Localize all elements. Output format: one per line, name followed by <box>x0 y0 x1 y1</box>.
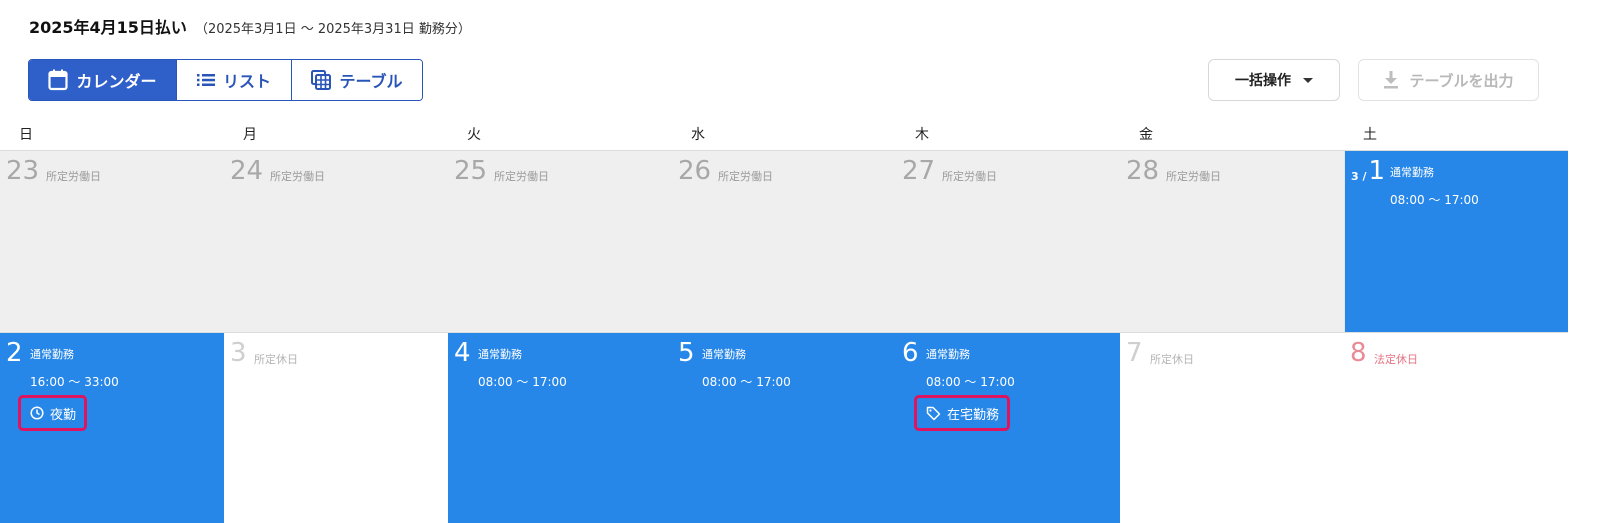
day-status: 法定休日 <box>1374 353 1418 366</box>
day-cell[interactable]: 8 法定休日 <box>1344 333 1568 523</box>
download-icon <box>1384 71 1399 89</box>
day-status: 所定労働日 <box>1166 170 1221 183</box>
weekday-header: 日 月 火 水 木 金 土 <box>0 124 1568 150</box>
attendance-calendar-page: 2025年4月15日払い （2025年3月1日 ～ 2025年3月31日 勤務分… <box>0 0 1600 523</box>
work-time: 08:00 ～ 17:00 <box>478 375 567 389</box>
day-status: 通常勤務 <box>702 348 746 361</box>
day-number: 4 <box>454 338 471 368</box>
day-number-value: 1 <box>1368 156 1386 186</box>
weekday-thu: 木 <box>915 127 929 143</box>
work-period: （2025年3月1日 ～ 2025年3月31日 勤務分） <box>194 22 471 37</box>
bulk-action-label: 一括操作 <box>1235 73 1291 89</box>
calendar-view-label: カレンダー <box>76 72 157 91</box>
weekday-sat: 土 <box>1363 127 1377 143</box>
day-cell[interactable]: 7 所定休日 <box>1120 333 1344 523</box>
export-table-button[interactable]: テーブルを出力 <box>1358 59 1539 101</box>
day-number: 3 <box>230 338 247 368</box>
table-view-button[interactable]: テーブル <box>291 60 422 100</box>
day-number: 25 <box>454 156 488 186</box>
page-header: 2025年4月15日払い （2025年3月1日 ～ 2025年3月31日 勤務分… <box>29 14 471 38</box>
day-cell[interactable]: 2 通常勤務 16:00 ～ 33:00 夜勤 <box>0 333 224 523</box>
day-number: 23 <box>6 156 40 186</box>
month-prefix: 3 / <box>1351 170 1367 183</box>
work-time: 16:00 ～ 33:00 <box>30 375 119 389</box>
day-status: 所定休日 <box>1150 353 1194 366</box>
table-icon <box>311 70 332 90</box>
calendar-week-1: 23 所定労働日 24 所定労働日 25 所定労働日 26 所定労働日 27 所… <box>0 150 1568 332</box>
day-number: 26 <box>678 156 712 186</box>
day-number: 7 <box>1126 338 1143 368</box>
weekday-wed: 水 <box>691 127 705 143</box>
day-cell[interactable]: 5 通常勤務 08:00 ～ 17:00 <box>672 333 896 523</box>
bulk-action-dropdown[interactable]: 一括操作 <box>1208 59 1340 101</box>
day-number: 2 <box>6 338 23 368</box>
day-status: 通常勤務 <box>478 348 522 361</box>
tag-label: 在宅勤務 <box>947 407 1000 423</box>
day-cell[interactable]: 3 所定休日 <box>224 333 448 523</box>
day-cell[interactable]: 28 所定労働日 <box>1120 151 1344 332</box>
day-status: 所定労働日 <box>46 170 101 183</box>
day-cell[interactable]: 25 所定労働日 <box>448 151 672 332</box>
calendar-view-button[interactable]: カレンダー <box>29 60 176 100</box>
day-cell[interactable]: 6 通常勤務 08:00 ～ 17:00 在宅勤務 <box>896 333 1120 523</box>
work-time: 08:00 ～ 17:00 <box>1390 193 1479 207</box>
caret-down-icon <box>1303 77 1313 83</box>
export-table-label: テーブルを出力 <box>1409 71 1514 90</box>
day-cell[interactable]: 24 所定労働日 <box>224 151 448 332</box>
day-cell[interactable]: 4 通常勤務 08:00 ～ 17:00 <box>448 333 672 523</box>
list-icon <box>196 74 215 86</box>
day-number: 28 <box>1126 156 1160 186</box>
day-status: 所定休日 <box>254 353 298 366</box>
day-number: 6 <box>902 338 919 368</box>
day-status: 通常勤務 <box>30 348 74 361</box>
weekday-sun: 日 <box>19 127 33 143</box>
list-view-label: リスト <box>222 72 271 91</box>
day-status: 所定労働日 <box>270 170 325 183</box>
day-number: 3 /1 <box>1351 156 1385 186</box>
work-time: 08:00 ～ 17:00 <box>926 375 1015 389</box>
table-view-label: テーブル <box>339 72 403 91</box>
day-cell[interactable]: 27 所定労働日 <box>896 151 1120 332</box>
day-status: 所定労働日 <box>942 170 997 183</box>
day-number: 24 <box>230 156 264 186</box>
day-status: 通常勤務 <box>926 348 970 361</box>
day-status: 所定労働日 <box>718 170 773 183</box>
day-status: 通常勤務 <box>1390 166 1434 179</box>
day-cell[interactable]: 26 所定労働日 <box>672 151 896 332</box>
tag-icon <box>926 406 941 420</box>
list-view-button[interactable]: リスト <box>176 60 291 100</box>
weekday-fri: 金 <box>1139 127 1153 143</box>
weekday-tue: 火 <box>467 127 481 143</box>
work-time: 08:00 ～ 17:00 <box>702 375 791 389</box>
weekday-mon: 月 <box>243 127 257 143</box>
night-shift-tag[interactable]: 夜勤 <box>18 395 88 431</box>
view-toggle: カレンダー リスト テーブル <box>28 59 423 101</box>
day-status: 所定労働日 <box>494 170 549 183</box>
remote-work-tag[interactable]: 在宅勤務 <box>914 395 1011 431</box>
calendar-week-2: 2 通常勤務 16:00 ～ 33:00 夜勤 3 所定休日 4 通常勤務 08 <box>0 332 1568 523</box>
clock-icon <box>30 406 44 420</box>
day-cell[interactable]: 3 /1 通常勤務 08:00 ～ 17:00 <box>1344 151 1568 332</box>
tag-label: 夜勤 <box>50 407 77 423</box>
day-number: 27 <box>902 156 936 186</box>
calendar-grid: 23 所定労働日 24 所定労働日 25 所定労働日 26 所定労働日 27 所… <box>0 150 1568 523</box>
calendar-icon <box>48 69 69 91</box>
day-number: 8 <box>1350 338 1367 368</box>
day-cell[interactable]: 23 所定労働日 <box>0 151 224 332</box>
day-number: 5 <box>678 338 695 368</box>
page-title: 2025年4月15日払い <box>29 18 187 37</box>
